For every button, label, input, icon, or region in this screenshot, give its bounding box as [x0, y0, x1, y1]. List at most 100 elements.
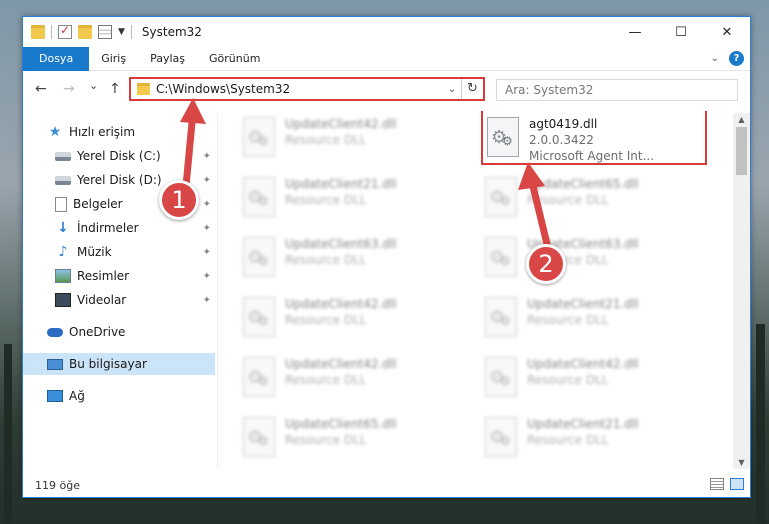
pin-icon[interactable]: ✦ [203, 199, 211, 210]
sidebar-item-quick-access[interactable]: ★ Hızlı erişim [47, 121, 215, 143]
file-name: UpdateClient21.dll [285, 177, 397, 191]
item-count: 119 öğe [35, 478, 80, 492]
sidebar-item-onedrive[interactable]: OneDrive [47, 321, 215, 343]
new-folder-icon[interactable] [78, 25, 92, 39]
pictures-icon [55, 269, 71, 283]
file-type: Resource DLL [285, 193, 367, 207]
sidebar-item-label: Videolar [77, 293, 127, 307]
back-button[interactable]: ← [35, 81, 47, 97]
sidebar-item-network[interactable]: Ağ [47, 385, 215, 407]
help-icon[interactable]: ? [729, 51, 744, 66]
sidebar-item-label: Resimler [77, 269, 130, 283]
ribbon-tabs: Dosya Giriş Paylaş Görünüm ⌄ ? [23, 46, 750, 71]
pane-divider [217, 113, 218, 469]
sidebar-item-downloads[interactable]: ↓ İndirmeler ✦ [55, 217, 215, 239]
file-type: Resource DLL [527, 373, 609, 387]
pin-icon[interactable]: ✦ [203, 223, 211, 234]
file-name: UpdateClient42.dll [285, 357, 397, 371]
address-dropdown-icon[interactable]: ⌄ [443, 84, 461, 95]
ribbon-right: ⌄ ? [711, 51, 744, 66]
pin-icon[interactable]: ✦ [203, 295, 211, 306]
file-item[interactable]: UpdateClient63.dllResource DLL [481, 231, 707, 287]
scroll-down-icon[interactable]: ▼ [733, 458, 750, 467]
computer-icon [47, 358, 63, 370]
sidebar-item-disk-c[interactable]: Yerel Disk (C:) ✦ [55, 145, 215, 167]
tiles-view-icon[interactable] [730, 478, 744, 490]
sidebar-item-label: Yerel Disk (D:) [77, 173, 162, 187]
sidebar-item-music[interactable]: ♪ Müzik ✦ [55, 241, 215, 263]
tab-gorunum[interactable]: Görünüm [197, 47, 272, 71]
file-name: UpdateClient65.dll [527, 177, 639, 191]
file-item[interactable]: UpdateClient65.dll Resource DLL [481, 171, 707, 227]
file-item-agt0419[interactable]: agt0419.dll 2.0.0.3422 Microsoft Agent I… [481, 111, 707, 165]
dll-file-icon [485, 297, 517, 337]
dll-file-icon [485, 417, 517, 457]
details-view-icon[interactable] [710, 478, 724, 490]
sidebar-item-label: Ağ [69, 389, 85, 403]
scrollbar-thumb[interactable] [736, 127, 747, 175]
sidebar-item-videos[interactable]: Videolar ✦ [55, 289, 215, 311]
file-name: UpdateClient42.dll [527, 357, 639, 371]
file-item[interactable]: UpdateClient42.dll Resource DLL [481, 351, 707, 407]
search-input[interactable]: Ara: System32 [496, 79, 738, 101]
file-type: Resource DLL [527, 433, 609, 447]
folder-icon [31, 25, 45, 39]
tab-dosya[interactable]: Dosya [23, 46, 90, 71]
sidebar-item-label: Müzik [77, 245, 112, 259]
sidebar-item-label: Belgeler [73, 197, 123, 211]
dll-file-icon [485, 237, 517, 277]
sidebar-item-this-pc[interactable]: Bu bilgisayar [23, 353, 215, 375]
tab-paylas[interactable]: Paylaş [138, 47, 197, 71]
address-path[interactable]: C:\Windows\System32 [156, 82, 443, 96]
file-type: Resource DLL [285, 253, 367, 267]
file-item[interactable]: UpdateClient21.dll Resource DLL [481, 411, 707, 467]
file-name: UpdateClient21.dll [527, 417, 639, 431]
file-item[interactable]: UpdateClient21.dll Resource DLL [481, 291, 707, 347]
pin-icon[interactable]: ✦ [203, 151, 211, 162]
file-name: UpdateClient65.dll [285, 417, 397, 431]
maximize-button[interactable]: ☐ [658, 17, 704, 47]
sidebar-item-label: Bu bilgisayar [69, 357, 147, 371]
file-name: UpdateClient42.dll [285, 297, 397, 311]
file-type: Resource DLL [527, 313, 609, 327]
up-button[interactable]: ↑ [109, 81, 121, 97]
file-name: UpdateClient42.dll [285, 117, 397, 131]
onedrive-icon [47, 327, 63, 337]
sidebar-item-label: Yerel Disk (C:) [77, 149, 161, 163]
customize-icon[interactable] [98, 25, 112, 39]
refresh-button[interactable]: ↻ [461, 79, 483, 99]
pin-icon[interactable]: ✦ [203, 175, 211, 186]
file-item[interactable]: UpdateClient21.dll Resource DLL [239, 171, 465, 227]
dropdown-arrow-icon[interactable]: ▼ [118, 27, 125, 37]
close-button[interactable]: ✕ [704, 17, 750, 47]
sidebar-item-pictures[interactable]: Resimler ✦ [55, 265, 215, 287]
recent-locations-button[interactable]: ⌄ [89, 79, 98, 92]
properties-check-icon[interactable] [58, 23, 72, 39]
divider [130, 25, 132, 39]
videos-icon [55, 293, 71, 307]
file-description: Microsoft Agent Int... [529, 149, 655, 163]
vertical-scrollbar[interactable]: ▲ ▼ [733, 113, 750, 469]
dll-file-icon [485, 177, 517, 217]
sidebar-item-label: İndirmeler [77, 221, 139, 235]
step-badge-2: 2 [526, 244, 566, 284]
pin-icon[interactable]: ✦ [203, 271, 211, 282]
file-item[interactable]: UpdateClient42.dll Resource DLL [239, 291, 465, 347]
expand-ribbon-icon[interactable]: ⌄ [711, 53, 719, 64]
file-item[interactable]: UpdateClient42.dll Resource DLL [239, 351, 465, 407]
scroll-up-icon[interactable]: ▲ [733, 115, 750, 124]
forward-button[interactable]: → [63, 81, 75, 97]
dll-file-icon [243, 357, 275, 397]
file-item[interactable]: UpdateClient42.dll Resource DLL [239, 111, 465, 167]
file-item[interactable]: UpdateClient63.dllResource DLL [239, 231, 465, 287]
file-item[interactable]: UpdateClient65.dll Resource DLL [239, 411, 465, 467]
window-title: System32 [141, 25, 202, 39]
minimize-button[interactable]: — [612, 17, 658, 47]
star-icon: ★ [48, 124, 62, 140]
title-bar: ▼ System32 — ☐ ✕ [23, 17, 750, 47]
file-type: Resource DLL [527, 193, 609, 207]
status-bar: 119 öğe [23, 473, 750, 497]
pin-icon[interactable]: ✦ [203, 247, 211, 258]
tab-giris[interactable]: Giriş [89, 47, 138, 71]
address-bar[interactable]: C:\Windows\System32 ⌄ ↻ [129, 77, 485, 101]
